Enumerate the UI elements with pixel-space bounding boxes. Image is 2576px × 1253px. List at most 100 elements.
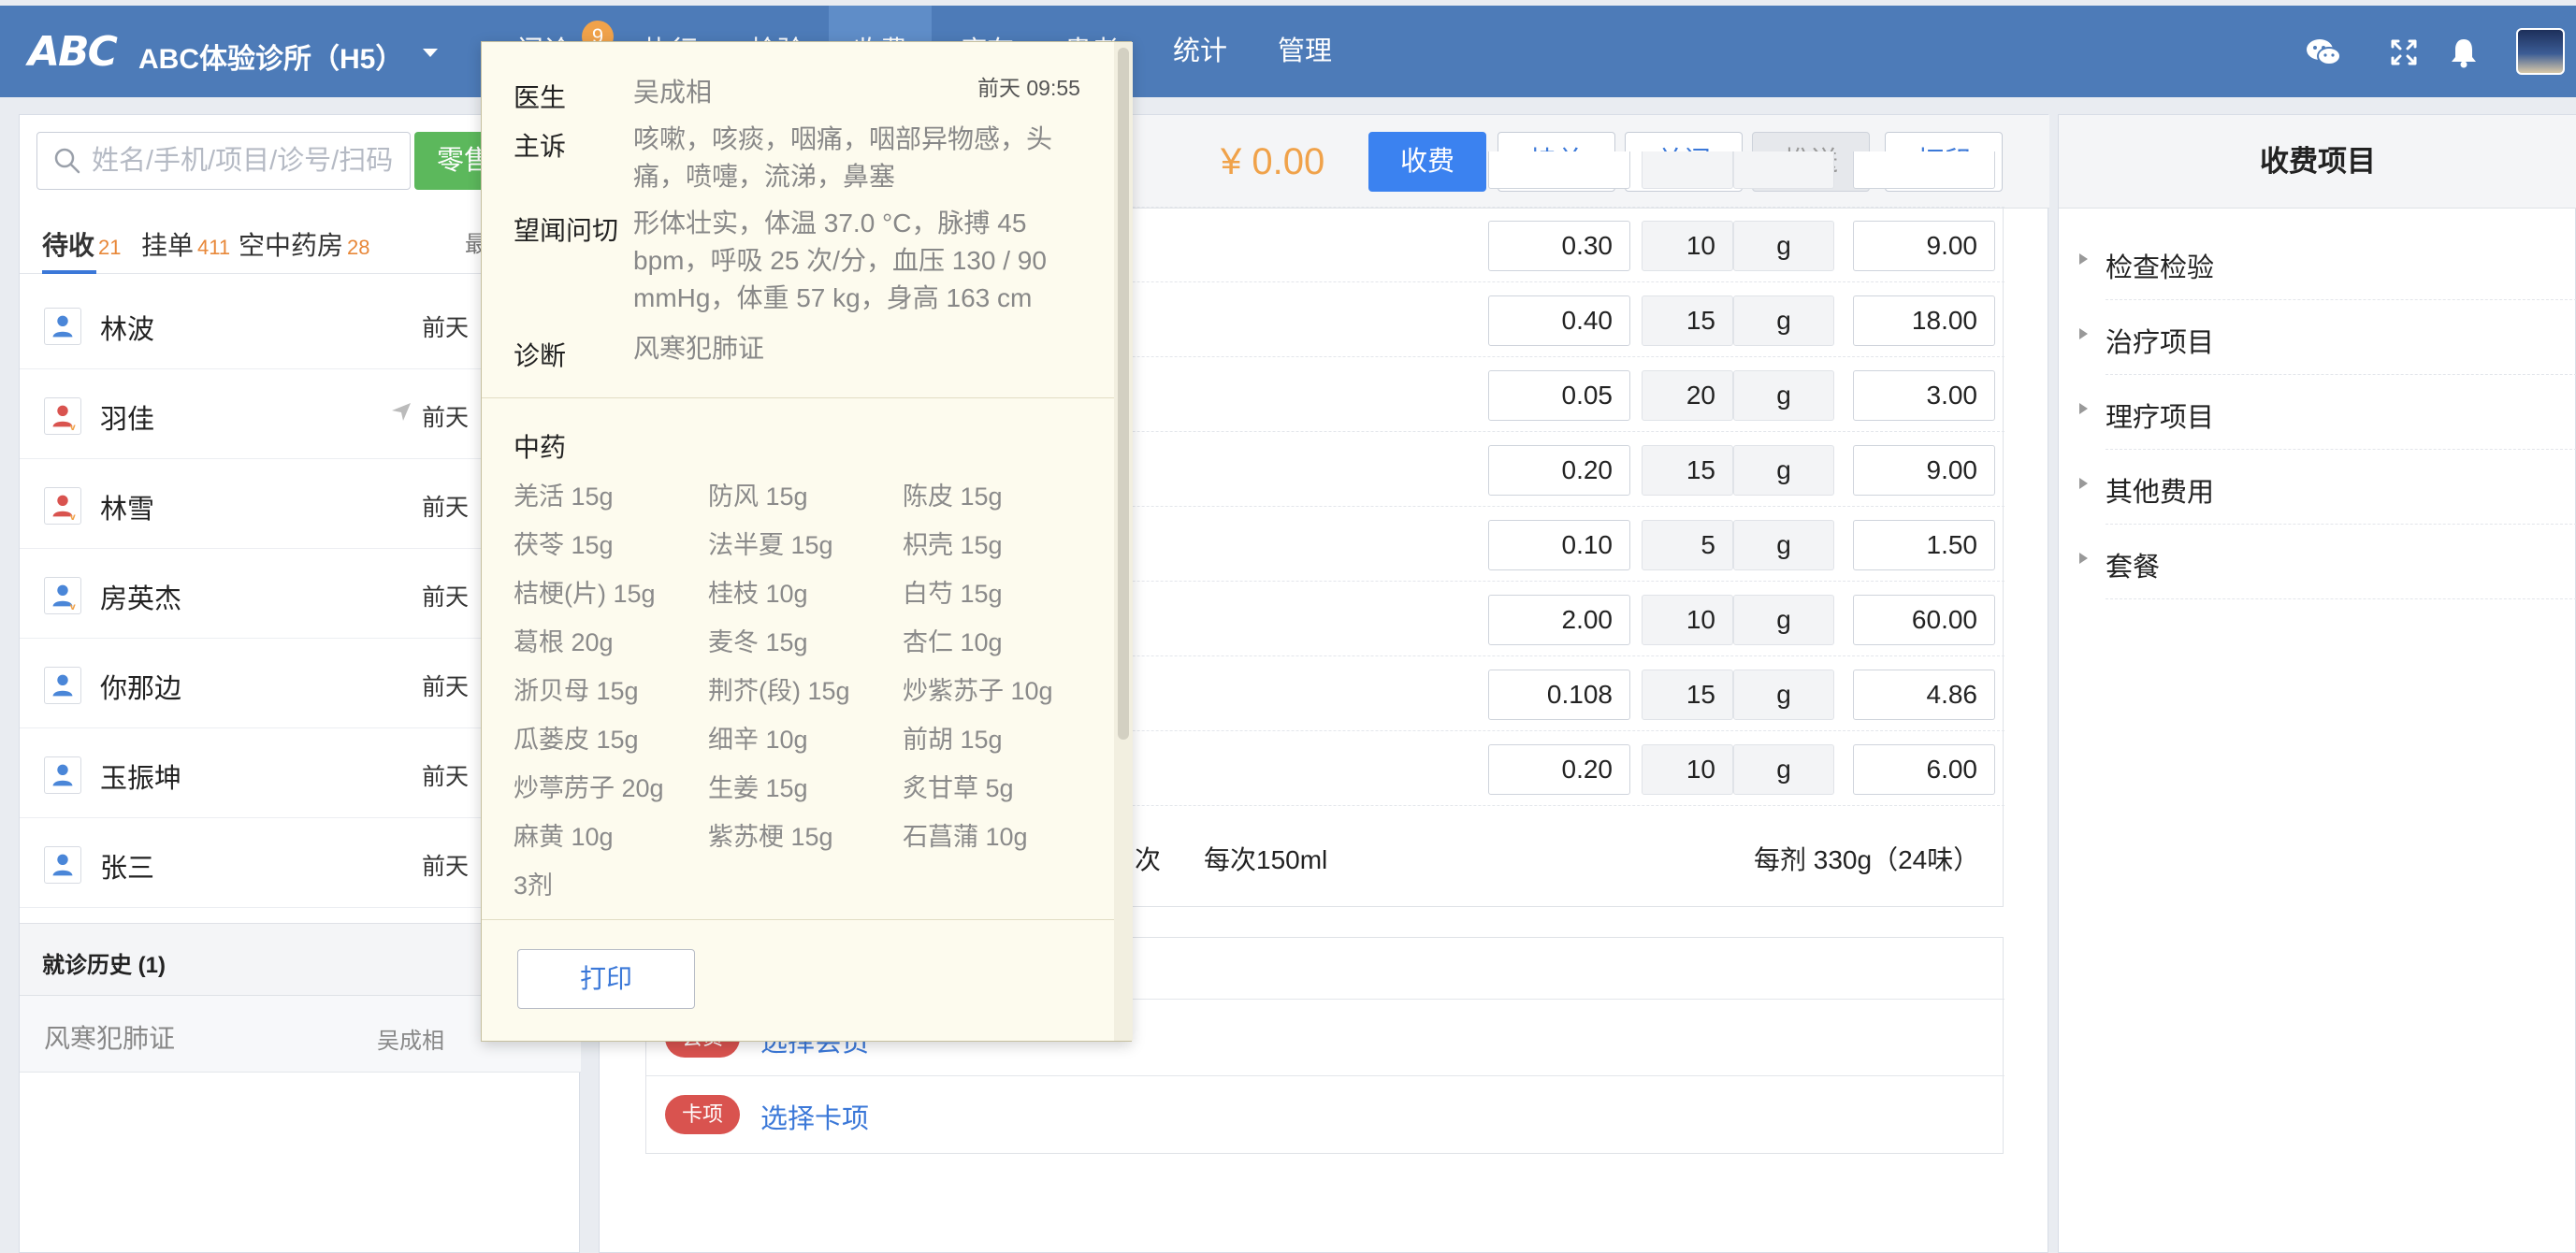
popover-print-button[interactable]: 打印 — [517, 949, 695, 1009]
tab-count: 21 — [98, 236, 122, 259]
qty-cell[interactable] — [1642, 151, 1733, 189]
nav-statistics[interactable]: 统计 — [1149, 6, 1252, 97]
category-label: 治疗项目 — [2106, 328, 2215, 358]
herb-item: 桔梗(片) 15g — [514, 580, 656, 608]
caret-right-icon — [2079, 553, 2088, 564]
patient-icon — [44, 846, 81, 884]
unit-cell: g — [1733, 370, 1834, 421]
diagnosis-text: 风寒犯肺证 — [633, 334, 765, 363]
price-cell[interactable]: 2.00 — [1488, 595, 1630, 645]
herb-item: 桂枝 10g — [708, 580, 808, 608]
svg-text:v: v — [70, 423, 77, 433]
svg-text:v: v — [70, 512, 77, 523]
footer-times: 次 — [1135, 845, 1162, 874]
patient-name: 林雪 — [100, 495, 155, 525]
total-cell — [1853, 151, 1995, 189]
charge-items-title: 收费项目 — [2059, 115, 2576, 209]
herb-item: 茯苓 15g — [514, 531, 614, 559]
wechat-icon[interactable] — [2305, 34, 2342, 71]
herb-item: 麻黄 10g — [514, 823, 614, 851]
tab-label: 挂单 — [141, 231, 195, 260]
search-input[interactable] — [92, 140, 400, 181]
price-cell[interactable]: 0.05 — [1488, 370, 1630, 421]
svg-text:v: v — [70, 602, 77, 612]
charge-items-panel: 收费项目 检查检验治疗项目理疗项目其他费用套餐 — [2058, 114, 2576, 1253]
unit-cell: g — [1733, 221, 1834, 271]
user-avatar[interactable] — [2516, 28, 2565, 75]
qty-cell[interactable]: 10 — [1642, 595, 1733, 645]
category-item[interactable]: 理疗项目 — [2079, 375, 2576, 450]
price-cell[interactable]: 0.108 — [1488, 670, 1630, 720]
caret-right-icon — [2079, 403, 2088, 414]
patient-name: 张三 — [100, 854, 155, 884]
price-cell[interactable]: 0.40 — [1488, 295, 1630, 346]
qty-cell[interactable]: 10 — [1642, 744, 1733, 795]
price-cell[interactable]: 0.20 — [1488, 744, 1630, 795]
total-cell: 9.00 — [1853, 445, 1995, 496]
price-cell[interactable]: 0.10 — [1488, 520, 1630, 570]
exam-label: 望闻问切 — [514, 216, 619, 245]
total-cell: 60.00 — [1853, 595, 1995, 645]
sent-icon — [390, 400, 412, 423]
category-item[interactable]: 治疗项目 — [2079, 300, 2576, 375]
vip-patient-icon: v — [44, 397, 81, 435]
unit-cell — [1733, 151, 1834, 189]
category-item[interactable]: 套餐 — [2079, 525, 2576, 599]
total-cell: 18.00 — [1853, 295, 1995, 346]
patient-icon — [44, 756, 81, 794]
tab-underline — [42, 270, 96, 274]
category-label: 套餐 — [2106, 553, 2161, 583]
herb-item: 麦冬 15g — [708, 628, 808, 656]
herb-item: 法半夏 15g — [708, 531, 833, 559]
herb-item: 羌活 15g — [514, 482, 614, 511]
patient-name: 房英杰 — [100, 584, 182, 614]
tab-air-pharmacy[interactable]: 空中药房 28 — [239, 225, 370, 263]
search-box[interactable] — [36, 132, 411, 190]
herb-item: 紫苏梗 15g — [708, 823, 833, 851]
qty-cell[interactable]: 15 — [1642, 445, 1733, 496]
qty-cell[interactable]: 10 — [1642, 221, 1733, 271]
popover-scroll-thumb[interactable] — [1118, 48, 1129, 740]
price-cell[interactable] — [1488, 151, 1630, 189]
tab-label: 空中药房 — [239, 231, 344, 260]
herb-item: 陈皮 15g — [903, 482, 1003, 511]
abc-logo[interactable]: ABC — [28, 28, 118, 76]
herb-item: 前胡 15g — [903, 726, 1003, 754]
unit-cell: g — [1733, 295, 1834, 346]
patient-name: 林波 — [100, 315, 155, 345]
fullscreen-icon[interactable] — [2385, 34, 2423, 71]
footer-dose: 每次150ml — [1204, 845, 1328, 874]
category-label: 其他费用 — [2106, 478, 2215, 508]
unit-cell: g — [1733, 520, 1834, 570]
tab-count: 28 — [347, 236, 370, 259]
record-time: 前天 09:55 — [977, 76, 1080, 100]
category-item[interactable]: 其他费用 — [2079, 450, 2576, 525]
chevron-down-icon[interactable] — [423, 49, 438, 57]
qty-cell[interactable]: 20 — [1642, 370, 1733, 421]
top-navbar: ABC ABC体验诊所（H5） 门诊 9 执行 检验 收费 库存 患者 统计 管… — [0, 6, 2576, 97]
qty-cell[interactable]: 5 — [1642, 520, 1733, 570]
unit-cell: g — [1733, 595, 1834, 645]
herb-section-title: 中药 — [514, 433, 567, 462]
price-cell[interactable]: 0.30 — [1488, 221, 1630, 271]
category-item[interactable]: 检查检验 — [2079, 225, 2576, 300]
total-cell: 6.00 — [1853, 744, 1995, 795]
herb-item: 荆芥(段) 15g — [708, 677, 850, 705]
patient-icon — [44, 308, 81, 345]
herb-item: 白芍 15g — [903, 580, 1003, 608]
qty-cell[interactable]: 15 — [1642, 295, 1733, 346]
nav-management[interactable]: 管理 — [1253, 6, 1356, 97]
patient-time: 前天 — [422, 674, 470, 700]
herb-item: 炒紫苏子 10g — [903, 677, 1053, 705]
tab-on-hold[interactable]: 挂单 411 — [141, 225, 230, 263]
patient-time: 前天 — [422, 495, 470, 521]
clinic-switcher[interactable]: ABC体验诊所（H5） — [138, 36, 403, 77]
dose-count: 3剂 — [514, 871, 554, 900]
price-cell[interactable]: 0.20 — [1488, 445, 1630, 496]
bell-icon[interactable] — [2445, 34, 2482, 71]
select-card-link[interactable]: 选择卡项 — [760, 1097, 869, 1136]
card-row[interactable]: 卡项 选择卡项 — [646, 1076, 2004, 1153]
tab-pending[interactable]: 待收 21 — [42, 225, 122, 263]
caret-right-icon — [2079, 253, 2088, 265]
qty-cell[interactable]: 15 — [1642, 670, 1733, 720]
